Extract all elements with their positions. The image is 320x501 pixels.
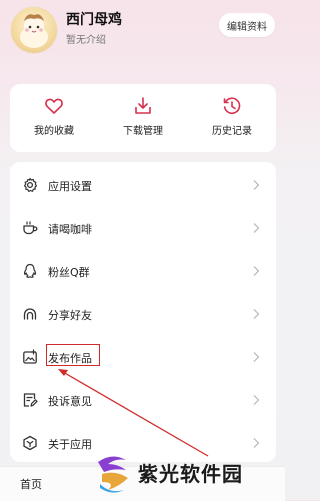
share-icon: [23, 308, 37, 320]
downloads-label: 下载管理: [123, 126, 163, 137]
menu-item-label: 投诉意见: [48, 395, 92, 408]
avatar[interactable]: [10, 6, 58, 54]
history-button[interactable]: 历史记录: [188, 84, 276, 152]
user-name: 西门母鸡: [66, 12, 122, 28]
publish-image-icon: [23, 349, 37, 364]
menu-item-label: 粉丝Q群: [48, 266, 90, 279]
menu-item-app-settings[interactable]: 应用设置: [10, 164, 276, 207]
menu-item-buy-coffee[interactable]: 请喝咖啡: [10, 207, 276, 250]
watermark: 紫光软件园: [92, 450, 285, 500]
complaint-icon: [23, 393, 38, 407]
chevron-right-icon: [253, 352, 260, 362]
menu-item-label: 请喝咖啡: [48, 223, 92, 236]
annotation-highlight-box: [46, 344, 100, 366]
watermark-text: 紫光软件园: [138, 462, 243, 486]
history-label: 历史记录: [212, 126, 252, 137]
chevron-right-icon: [253, 438, 260, 448]
menu-list: 应用设置 请喝咖啡 粉丝Q群 分享好友 发布作品 投诉意见 关于应用: [10, 162, 276, 462]
menu-item-feedback[interactable]: 投诉意见: [10, 379, 276, 422]
edit-profile-button[interactable]: 编辑资料: [219, 13, 275, 37]
chevron-right-icon: [253, 309, 260, 319]
gear-icon: [23, 177, 38, 192]
profile-header: 西门母鸡 暂无介绍 编辑资料: [0, 0, 285, 60]
watermark-logo-icon: [98, 456, 128, 493]
favorites-label: 我的收藏: [34, 126, 74, 137]
downloads-button[interactable]: 下载管理: [99, 84, 187, 152]
chevron-right-icon: [253, 180, 260, 190]
qq-icon: [23, 263, 37, 278]
chevron-right-icon: [253, 395, 260, 405]
favorites-button[interactable]: 我的收藏: [10, 84, 98, 152]
menu-item-label: 关于应用: [48, 438, 92, 451]
download-icon: [135, 97, 151, 114]
user-bio: 暂无介绍: [66, 35, 106, 46]
coffee-icon: [23, 221, 38, 235]
menu-item-label: 分享好友: [48, 309, 92, 322]
history-icon: [223, 97, 241, 115]
tab-home[interactable]: 首页: [20, 476, 42, 492]
chevron-right-icon: [253, 223, 260, 233]
chevron-right-icon: [253, 266, 260, 276]
quick-actions-card: 我的收藏 下载管理 历史记录: [10, 84, 276, 152]
menu-item-label: 应用设置: [48, 180, 92, 193]
menu-item-share-friends[interactable]: 分享好友: [10, 293, 276, 336]
menu-item-fan-qq-group[interactable]: 粉丝Q群: [10, 250, 276, 293]
heart-icon: [45, 98, 63, 114]
about-icon: [23, 435, 37, 451]
